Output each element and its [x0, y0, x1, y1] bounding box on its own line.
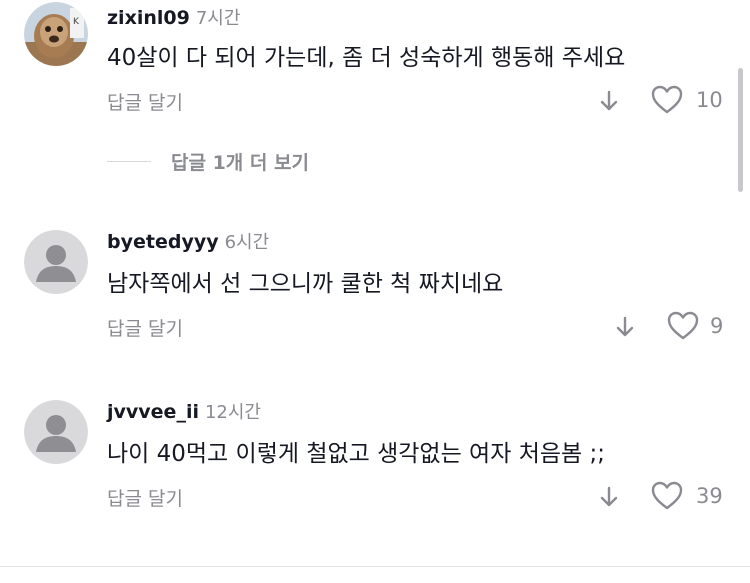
- timestamp: 7시간: [195, 8, 241, 29]
- username-text[interactable]: zixinl09: [107, 7, 190, 29]
- arrow-down-icon[interactable]: [613, 315, 637, 339]
- divider-line: [107, 161, 151, 162]
- arrow-down-icon[interactable]: [597, 89, 621, 113]
- comment-text: 40살이 다 되어 가는데, 좀 더 성숙하게 행동해 주세요: [107, 45, 626, 71]
- like-count: 9: [710, 314, 724, 338]
- heart-outline-icon[interactable]: [666, 310, 700, 342]
- reply-button[interactable]: 답글 달기: [107, 88, 183, 115]
- avatar[interactable]: [24, 400, 88, 464]
- divider: [0, 566, 750, 567]
- comment-text: 남자쪽에서 선 그으니까 쿨한 척 짜치네요: [107, 271, 504, 297]
- comment-text: 나이 40먹고 이렇게 철없고 생각없는 여자 처음봄 ;;: [107, 441, 605, 467]
- username[interactable]: jvvvee_ii 12시간: [107, 398, 261, 424]
- avatar[interactable]: K: [24, 2, 88, 66]
- timestamp: 6시간: [224, 232, 270, 253]
- reply-button[interactable]: 답글 달기: [107, 484, 183, 511]
- default-avatar: [24, 400, 88, 464]
- photo-avatar: K: [24, 2, 88, 66]
- username-text[interactable]: byetedyyy: [107, 231, 219, 253]
- heart-outline-icon[interactable]: [650, 480, 684, 512]
- like-count: 39: [696, 484, 723, 508]
- username[interactable]: zixinl09 7시간: [107, 4, 240, 30]
- username[interactable]: byetedyyy 6시간: [107, 228, 269, 254]
- heart-outline-icon[interactable]: [650, 84, 684, 116]
- view-replies-label[interactable]: 답글 1개 더 보기: [171, 148, 309, 175]
- scrollbar[interactable]: [738, 68, 743, 192]
- default-avatar: [24, 230, 88, 294]
- arrow-down-icon[interactable]: [597, 485, 621, 509]
- like-count: 10: [696, 88, 723, 112]
- reply-button[interactable]: 답글 달기: [107, 314, 183, 341]
- username-text[interactable]: jvvvee_ii: [107, 401, 199, 423]
- timestamp: 12시간: [204, 402, 261, 423]
- avatar[interactable]: [24, 230, 88, 294]
